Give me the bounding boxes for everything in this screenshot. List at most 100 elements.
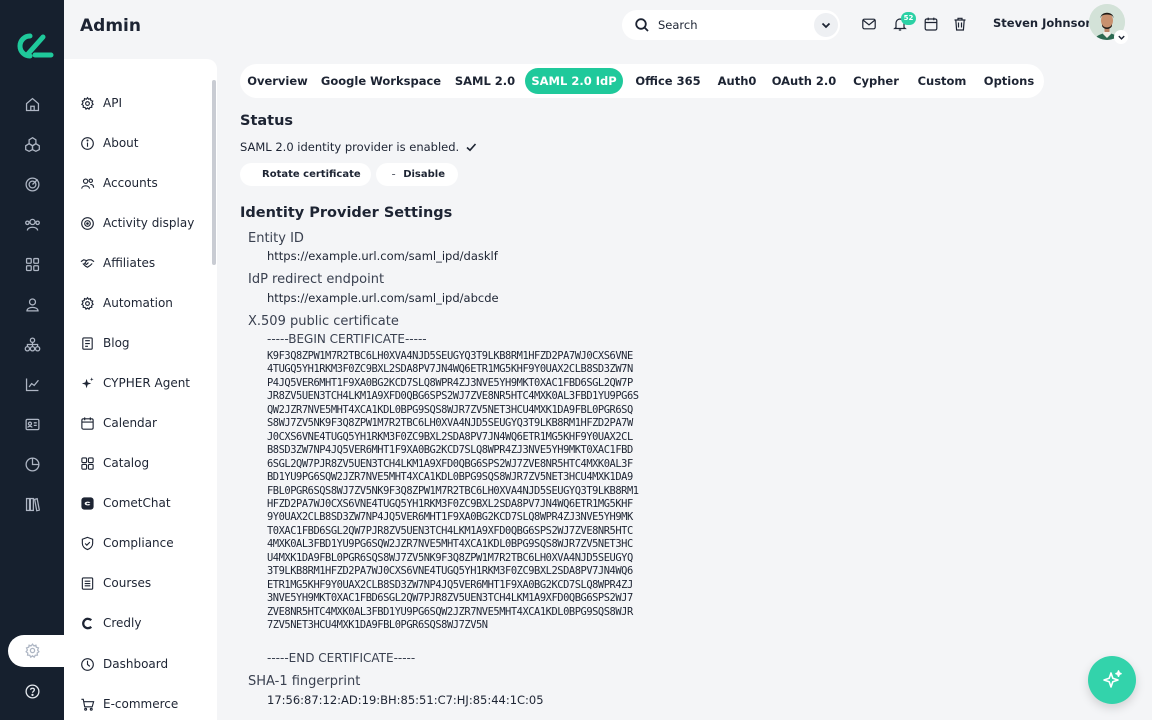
sidebar-item-label: CYPHER Agent [103, 376, 191, 390]
sidebar-item-label: Catalog [103, 456, 150, 470]
sha1-fingerprint-label: SHA-1 fingerprint [248, 674, 361, 689]
tab-oauth-2-0[interactable]: OAuth 2.0 [770, 68, 838, 94]
list-icon [81, 576, 94, 590]
sidebar-item-api[interactable]: API [80, 93, 122, 113]
sidebar-item-e-commerce[interactable]: E-commerce [80, 694, 178, 714]
certificate-line: BD1YU9PG6SQW2JZR7NVE5MHT4XCA1KDL0BPG9SQS… [267, 471, 633, 484]
tab-auth0[interactable]: Auth0 [714, 68, 760, 94]
library-icon[interactable] [22, 494, 42, 514]
sidebar-item-courses[interactable]: Courses [80, 573, 151, 593]
certificate-line: 9Y0UAX2CLB8SD3ZW7NP4JQ5VER6MHT1F9XA0BG2K… [267, 511, 633, 524]
certificate-begin: -----BEGIN CERTIFICATE----- [267, 332, 427, 346]
user-name[interactable]: Steven Johnson [993, 16, 1094, 30]
certificate-line: ETR1MG5KHF9Y0UAX2CLB8SD3ZW7NP4JQ5VER6MHT… [267, 578, 633, 591]
credly-icon [82, 617, 93, 629]
tab-cypher[interactable]: Cypher [850, 68, 902, 94]
page-title: Admin [80, 16, 141, 36]
document-icon [82, 336, 93, 350]
sidebar-item-catalog[interactable]: Catalog [80, 453, 149, 473]
sidebar-item-dashboard[interactable]: Dashboard [80, 654, 168, 674]
tab-saml-2-0-idp[interactable]: SAML 2.0 IdP [525, 68, 623, 94]
user-menu-toggle[interactable] [1114, 30, 1128, 44]
trash-icon[interactable] [952, 16, 968, 32]
components-icon[interactable] [22, 134, 42, 154]
sidebar-item-label: E-commerce [103, 697, 179, 711]
info-icon [81, 136, 94, 150]
certificate-line: 4MXK0AL3FBD1YU9PG6SQW2JZR7NVE5MHT4XCA1KD… [267, 538, 633, 551]
search-icon [635, 18, 649, 32]
certificate-line: U4MXK1DA9FBL0PGR6SQS8WJ7ZV5NK9F3Q8ZPW1M7… [267, 551, 633, 564]
chevron-down-icon [1117, 35, 1125, 40]
notification-badge: 52 [901, 12, 916, 25]
shield-icon [81, 536, 94, 550]
pie-icon[interactable] [22, 454, 42, 474]
certificate-line: 3T9LKB8RM1HFZD2PA7WJ0CXS6VNE4TUGQ5YH1RKM… [267, 565, 633, 578]
sidebar-item-label: Affiliates [103, 256, 156, 270]
sidebar-item-label: Activity display [103, 216, 195, 230]
dashboard-icon [81, 657, 94, 671]
sitemap-icon[interactable] [22, 334, 42, 354]
redirect-endpoint-label: IdP redirect endpoint [248, 272, 385, 287]
status-text: SAML 2.0 identity provider is enabled. [240, 140, 460, 154]
certificate-body: K9F3Q8ZPW1M7R2TBC6LH0XVA4NJD5SEUGYQ3T9LK… [267, 350, 639, 633]
apps-icon[interactable] [22, 254, 42, 274]
status-heading: Status [240, 113, 294, 129]
sidebar-item-calendar[interactable]: Calendar [80, 413, 157, 433]
target-icon[interactable] [22, 174, 42, 194]
sidebar-item-blog[interactable]: Blog [80, 333, 130, 353]
chart-icon[interactable] [22, 374, 42, 394]
tab-options[interactable]: Options [981, 68, 1037, 94]
sidebar-item-cometchat[interactable]: CometChat [80, 493, 171, 513]
certificate-line: JR8ZV5UEN3TCH4LKM1A9XFD0QBG6SPS2WJ7ZVE8N… [267, 390, 639, 403]
search-input[interactable]: Search [622, 10, 840, 40]
sidebar-item-label: CometChat [103, 496, 171, 510]
sidebar-item-activity-display[interactable]: Activity display [80, 213, 194, 233]
chevron-down-icon [821, 22, 831, 29]
settings-icon[interactable] [8, 635, 66, 667]
sidebar-scrollbar[interactable] [212, 80, 216, 265]
entity-id-value: https://example.url.com/saml_ipd/dasklf [267, 249, 498, 263]
disable-button[interactable]: Disable [376, 163, 458, 186]
mail-icon[interactable] [861, 16, 877, 32]
sha1-fingerprint-value: 17:56:87:12:AD:19:BH:85:51:C7:HJ:85:44:1… [267, 693, 544, 707]
profile-icon[interactable] [22, 294, 42, 314]
sidebar-item-label: Accounts [103, 176, 158, 190]
certificate-line: 4TUGQ5YH1RKM3F0ZC9BXL2SDA8PV7JN4WQ6ETR1M… [267, 363, 633, 376]
certificate-line: 3NVE5YH9MKT0XAC1FBD6SGL2QW7PJR8ZV5UEN3TC… [267, 592, 633, 605]
sidebar-item-accounts[interactable]: Accounts [80, 173, 158, 193]
sidebar-item-label: Calendar [103, 416, 157, 430]
sidebar-item-about[interactable]: About [80, 133, 138, 153]
sidebar-item-cypher-agent[interactable]: CYPHER Agent [80, 373, 190, 393]
handshake-icon [80, 258, 95, 268]
calendar-icon[interactable] [923, 16, 939, 32]
users-icon[interactable] [22, 214, 42, 234]
tab-saml-2-0[interactable]: SAML 2.0 [452, 68, 518, 94]
sso-tabs: Overview Google Workspace SAML 2.0 SAML … [240, 64, 1044, 98]
sidebar-item-credly[interactable]: Credly [80, 613, 141, 633]
sidebar-item-label: API [103, 96, 122, 110]
help-icon[interactable] [22, 681, 42, 701]
ai-assistant-button[interactable] [1088, 656, 1136, 704]
sidebar-item-affiliates[interactable]: Affiliates [80, 253, 155, 273]
id-card-icon[interactable] [22, 414, 42, 434]
minus-icon [392, 174, 396, 175]
tab-overview[interactable]: Overview [244, 68, 311, 94]
certificate-line: ZVE8NR5HTC4MXK0AL3FBD1YU9PG6SQW2JZR7NVE5… [267, 605, 633, 618]
gear-icon [81, 96, 94, 110]
sidebar-item-compliance[interactable]: Compliance [80, 533, 174, 553]
tab-google-workspace[interactable]: Google Workspace [320, 68, 442, 94]
search-scope-dropdown[interactable] [814, 13, 838, 37]
certificate-line: J0CXS6VNE4TUGQ5YH1RKM3F0ZC9BXL2SDA8PV7JN… [267, 430, 633, 443]
tab-office-365[interactable]: Office 365 [633, 68, 703, 94]
tab-custom[interactable]: Custom [914, 68, 970, 94]
certificate-line: P4JQ5VER6MHT1F9XA0BG2KCD7SLQ8WPR4ZJ3NVE5… [267, 376, 633, 389]
certificate-label: X.509 public certificate [248, 314, 399, 329]
home-icon[interactable] [22, 94, 42, 114]
sidebar-item-automation[interactable]: Automation [80, 293, 173, 313]
rotate-certificate-button[interactable]: Rotate certificate [240, 163, 371, 186]
search-placeholder: Search [658, 18, 698, 32]
settings-sidebar: API About Accounts Activity display Affi… [64, 59, 217, 720]
chat-icon [81, 496, 94, 510]
brand-logo[interactable] [10, 28, 54, 64]
status-message: SAML 2.0 identity provider is enabled. [240, 140, 477, 154]
